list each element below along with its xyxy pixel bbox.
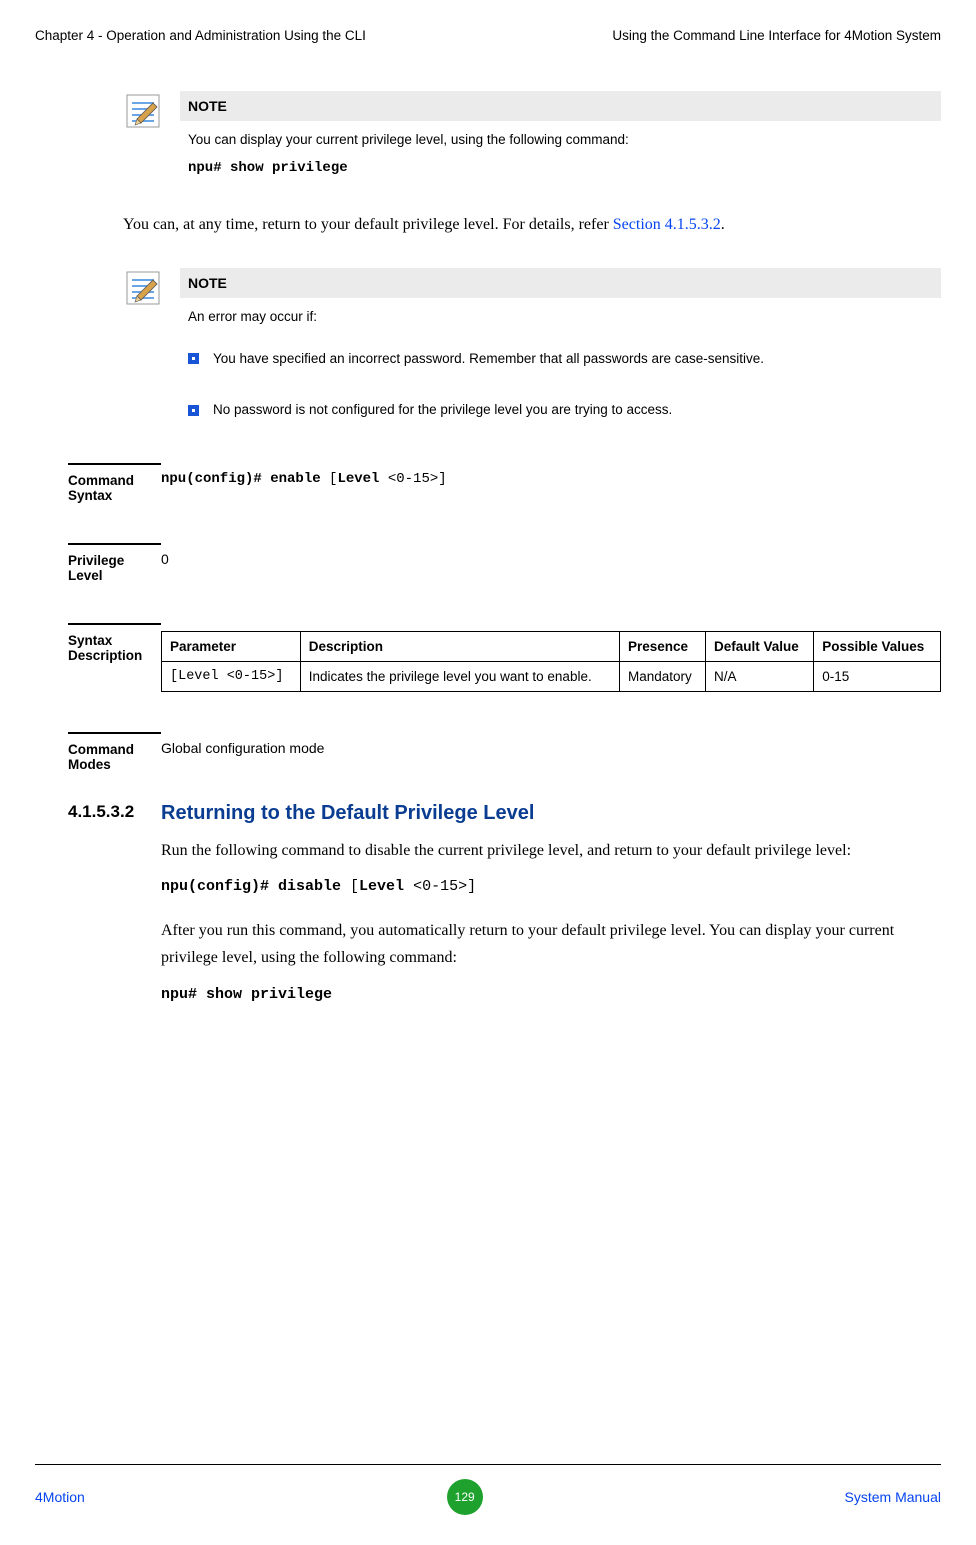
section-heading: 4.1.5.3.2 Returning to the Default Privi… [68,802,941,825]
note-title: NOTE [180,268,941,298]
block-label: Syntax Description [68,623,161,663]
list-item: You have specified an incorrect password… [188,348,933,370]
list-item-text: No password is not configured for the pr… [213,399,672,421]
body-paragraph: After you run this command, you automati… [161,917,941,971]
td-parameter: [Level <0-15>] [162,661,301,691]
th-description: Description [300,631,619,661]
td-description: Indicates the privilege level you want t… [300,661,619,691]
cross-reference-link[interactable]: Section 4.1.5.3.2 [613,216,721,233]
note-block-errors: NOTE An error may occur if: You have spe… [123,268,941,431]
note-title: NOTE [180,91,941,121]
header-right: Using the Command Line Interface for 4Mo… [612,28,941,43]
block-label: Privilege Level [68,543,161,583]
note-intro: An error may occur if: [188,306,933,328]
command-line: npu# show privilege [161,986,941,1003]
syntax-description-block: Syntax Description Parameter Description… [68,623,941,692]
body-paragraph: You can, at any time, return to your def… [123,211,941,238]
page-footer: 4Motion 129 System Manual [35,1464,941,1515]
square-bullet-icon [188,353,199,364]
block-label: Command Modes [68,732,161,772]
command-modes-block: Command Modes Global configuration mode [68,732,941,772]
footer-left: 4Motion [35,1489,85,1505]
td-presence: Mandatory [619,661,705,691]
privilege-level-block: Privilege Level 0 [68,543,941,583]
list-item: No password is not configured for the pr… [188,399,933,421]
section-number: 4.1.5.3.2 [68,802,161,822]
list-item-text: You have specified an incorrect password… [213,348,764,370]
command-syntax-value: npu(config)# enable [Level <0-15>] [161,463,941,487]
syntax-description-table: Parameter Description Presence Default V… [161,631,941,692]
command-line: npu(config)# disable [Level <0-15>] [161,878,941,895]
th-presence: Presence [619,631,705,661]
header-left: Chapter 4 - Operation and Administration… [35,28,366,43]
note-pencil-icon [123,91,163,131]
note-block-show-privilege: NOTE You can display your current privil… [123,91,941,179]
note-command: npu# show privilege [188,157,933,179]
th-default-value: Default Value [705,631,813,661]
section-title: Returning to the Default Privilege Level [161,802,534,825]
note-text: You can display your current privilege l… [188,129,933,151]
body-paragraph: Run the following command to disable the… [161,837,941,864]
para-tail: . [721,216,725,233]
command-syntax-block: Command Syntax npu(config)# enable [Leve… [68,463,941,503]
note-pencil-icon [123,268,163,308]
td-possible-values: 0-15 [814,661,941,691]
command-modes-value: Global configuration mode [161,732,941,756]
th-possible-values: Possible Values [814,631,941,661]
footer-right: System Manual [845,1489,941,1505]
th-parameter: Parameter [162,631,301,661]
square-bullet-icon [188,405,199,416]
td-default-value: N/A [705,661,813,691]
page-number-badge: 129 [447,1479,483,1515]
table-row: [Level <0-15>] Indicates the privilege l… [162,661,941,691]
page-running-header: Chapter 4 - Operation and Administration… [35,28,941,43]
table-row: Parameter Description Presence Default V… [162,631,941,661]
para-text: You can, at any time, return to your def… [123,216,613,233]
block-label: Command Syntax [68,463,161,503]
privilege-level-value: 0 [161,543,941,567]
